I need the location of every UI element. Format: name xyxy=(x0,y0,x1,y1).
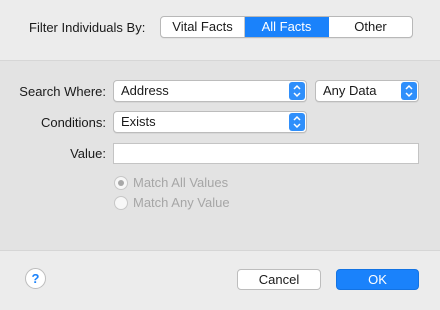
match-any-radio[interactable] xyxy=(114,195,128,210)
select-stepper-icon xyxy=(289,113,305,131)
match-any-radio-row[interactable]: Match Any Value xyxy=(114,195,230,210)
ok-button[interactable]: OK xyxy=(336,269,419,290)
radio-selected-dot xyxy=(118,179,124,186)
conditions-select[interactable]: Exists xyxy=(113,111,307,133)
search-where-label: Search Where: xyxy=(19,84,106,99)
filter-option-vital-facts[interactable]: Vital Facts xyxy=(161,17,245,37)
match-any-label: Match Any Value xyxy=(133,195,230,210)
search-where-scope-select[interactable]: Any Data xyxy=(315,80,419,102)
select-stepper-icon xyxy=(401,82,417,100)
select-stepper-icon xyxy=(289,82,305,100)
cancel-button[interactable]: Cancel xyxy=(237,269,321,290)
search-where-scope-value: Any Data xyxy=(323,83,377,98)
conditions-label: Conditions: xyxy=(40,115,106,130)
help-button[interactable]: ? xyxy=(25,268,46,289)
conditions-value: Exists xyxy=(121,114,156,129)
search-where-field-value: Address xyxy=(121,83,169,98)
filter-option-all-facts[interactable]: All Facts xyxy=(245,17,329,37)
search-where-field-select[interactable]: Address xyxy=(113,80,307,102)
value-label: Value: xyxy=(70,146,106,161)
value-input[interactable] xyxy=(113,143,419,164)
filter-label: Filter Individuals By: xyxy=(29,20,146,35)
match-all-label: Match All Values xyxy=(133,175,229,190)
match-all-radio-row[interactable]: Match All Values xyxy=(114,175,228,190)
divider-bottom xyxy=(0,250,440,251)
match-all-radio[interactable] xyxy=(114,175,128,190)
filter-segmented-control: Vital Facts All Facts Other xyxy=(160,16,413,38)
filter-option-other[interactable]: Other xyxy=(329,17,412,37)
